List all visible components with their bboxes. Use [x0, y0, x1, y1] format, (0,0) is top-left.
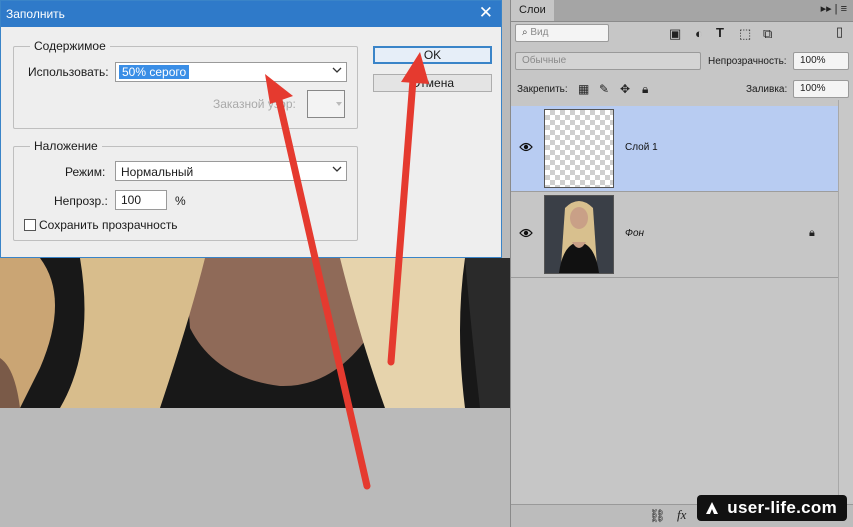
- image-filter-icon[interactable]: ▣: [669, 27, 681, 41]
- photo-crop: [0, 258, 510, 408]
- opacity-panel-label: Непрозрачность:: [708, 56, 787, 67]
- watermark-text: user-life.com: [727, 498, 837, 517]
- eye-icon[interactable]: [519, 142, 533, 152]
- scrollbar[interactable]: [838, 100, 853, 502]
- pattern-swatch: [307, 90, 345, 118]
- preserve-transparency-checkbox[interactable]: [24, 219, 36, 231]
- layer-row[interactable]: Фон 🔒︎: [511, 192, 838, 278]
- eye-icon[interactable]: [519, 228, 533, 238]
- filter-value: Вид: [530, 27, 549, 38]
- filter-select[interactable]: ⌕ Вид: [515, 24, 609, 42]
- mode-select-value: Нормальный: [121, 165, 194, 179]
- custom-pattern-label: Заказной узор:: [213, 97, 296, 111]
- blend-mode-select[interactable]: Обычные: [515, 52, 701, 70]
- logo-icon: [706, 502, 719, 514]
- layer-row[interactable]: Слой 1: [511, 106, 838, 192]
- filter-toggle-icon[interactable]: ▯: [836, 25, 843, 39]
- use-select[interactable]: 50% серого: [115, 62, 347, 82]
- use-label: Использовать:: [28, 65, 109, 79]
- opacity-label: Непрозр.:: [54, 194, 108, 208]
- preserve-transparency-label: Сохранить прозрачность: [39, 218, 178, 232]
- lock-all-icon[interactable]: 🔒︎: [642, 82, 648, 96]
- cancel-button[interactable]: Отмена: [373, 74, 492, 92]
- chevron-down-icon: [332, 166, 342, 172]
- layer-thumbnail: [544, 195, 614, 274]
- dialog-titlebar[interactable]: Заполнить ✕: [1, 1, 501, 27]
- fill-label: Заливка:: [746, 84, 788, 95]
- smart-object-filter-icon[interactable]: ⧉: [763, 27, 772, 41]
- opacity-input[interactable]: 100: [115, 190, 167, 210]
- adjustment-filter-icon[interactable]: ◐: [695, 27, 703, 41]
- layer-name[interactable]: Слой 1: [625, 142, 658, 153]
- ok-button[interactable]: OK: [373, 46, 492, 64]
- lock-icon: 🔒︎: [809, 227, 815, 239]
- opacity-unit: %: [175, 194, 186, 208]
- fill-field[interactable]: 100%: [793, 80, 849, 98]
- link-icon[interactable]: ⛓: [649, 509, 666, 523]
- type-filter-icon[interactable]: T: [716, 26, 724, 40]
- blend-legend: Наложение: [34, 139, 98, 153]
- content-legend: Содержимое: [34, 39, 106, 53]
- layers-panel: Слои ▸▸ | ≡ ⌕ Вид ▣ ◐ T ⬚ ⧉ ▯ Обычные Не…: [510, 0, 853, 527]
- panel-tabbar: Слои ▸▸ | ≡: [511, 0, 853, 22]
- dialog-title: Заполнить: [6, 7, 65, 21]
- panel-menu-icon[interactable]: ▸▸ | ≡: [821, 2, 847, 15]
- opacity-panel-field[interactable]: 100%: [793, 52, 849, 70]
- lock-transparent-icon[interactable]: ▦: [578, 82, 589, 96]
- chevron-down-icon: [332, 67, 342, 73]
- mode-label: Режим:: [65, 165, 106, 179]
- lock-label: Закрепить:: [517, 84, 568, 95]
- fx-icon[interactable]: fx: [677, 508, 686, 522]
- watermark-logo: user-life.com: [697, 495, 847, 521]
- shape-filter-icon[interactable]: ⬚: [739, 27, 751, 41]
- mode-select[interactable]: Нормальный: [115, 161, 347, 181]
- tab-layers[interactable]: Слои: [511, 0, 554, 21]
- brush-icon[interactable]: ✎: [599, 82, 609, 96]
- fill-dialog: Заполнить ✕ Содержимое Использовать: 50%…: [0, 0, 502, 258]
- close-icon[interactable]: ✕: [479, 3, 493, 23]
- chevron-down-icon: [336, 102, 342, 106]
- move-icon[interactable]: ✥: [620, 82, 630, 96]
- layer-name[interactable]: Фон: [625, 228, 644, 239]
- layer-thumbnail: [544, 109, 614, 188]
- use-select-value: 50% серого: [119, 65, 190, 79]
